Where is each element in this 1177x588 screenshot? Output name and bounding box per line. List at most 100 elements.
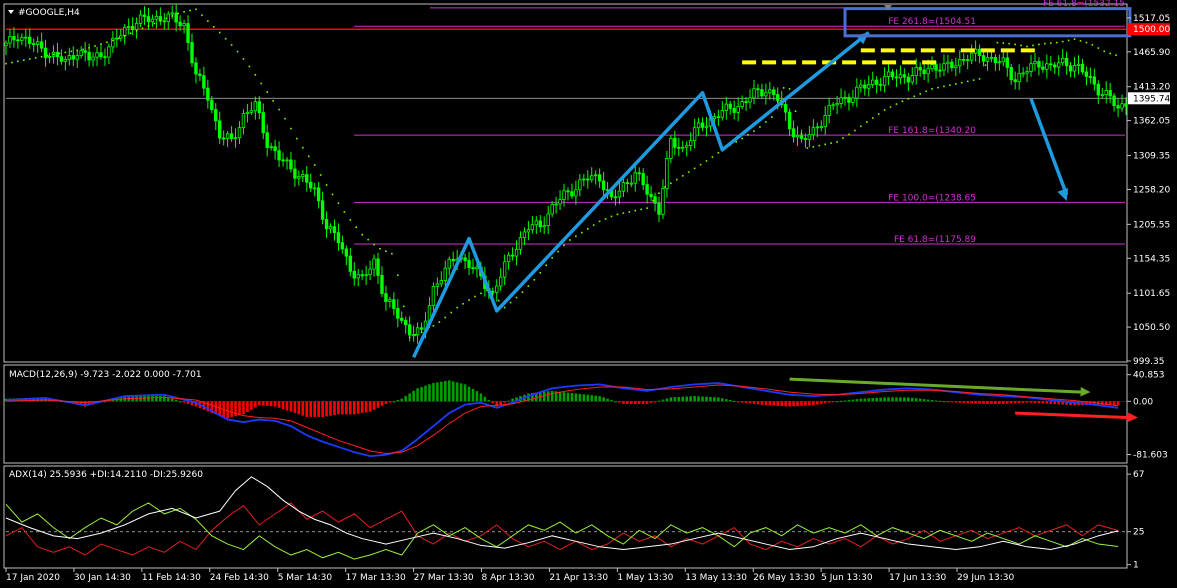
psar-dot <box>515 296 518 299</box>
psar-dot <box>260 82 263 85</box>
candle-body <box>593 174 598 177</box>
psar-dot <box>355 226 358 228</box>
macd-histogram-bar <box>800 401 803 406</box>
candle-body <box>47 56 52 58</box>
macd-histogram-bar <box>974 401 977 404</box>
candle-body <box>736 106 740 113</box>
psar-dot <box>349 218 352 221</box>
candle-body <box>863 84 867 89</box>
psar-dot <box>717 151 720 154</box>
macd-histogram-bar <box>788 401 791 407</box>
candle-body <box>1001 57 1006 63</box>
psar-dot <box>5 62 7 65</box>
candle-body <box>1049 63 1053 66</box>
candle-body <box>1096 83 1100 96</box>
psar-dot <box>972 79 975 81</box>
macd-histogram-bar <box>978 401 981 404</box>
candle-body <box>103 56 107 59</box>
candle-body <box>522 231 527 238</box>
candle-body <box>997 61 1002 64</box>
psar-dot <box>1061 40 1064 43</box>
macd-histogram-bar <box>349 401 352 415</box>
macd-histogram-bar <box>903 397 906 402</box>
psar-dot <box>195 8 197 11</box>
candle-body <box>570 191 574 197</box>
candle-body <box>823 115 827 128</box>
macd-histogram-bar <box>819 401 823 404</box>
candle-body <box>930 64 934 70</box>
psar-dot <box>474 295 476 298</box>
candle-body <box>657 202 661 215</box>
macd-histogram-bar <box>155 396 158 402</box>
candle-body <box>1116 105 1120 109</box>
macd-histogram-bar <box>384 401 388 404</box>
candle-body <box>328 226 333 230</box>
macd-histogram-bar <box>574 393 578 402</box>
psar-dot <box>82 48 84 51</box>
candle-body <box>546 213 550 227</box>
psar-dot <box>129 32 132 35</box>
candle-body <box>641 173 645 186</box>
macd-histogram-bar <box>879 397 882 402</box>
macd-histogram-bar <box>562 392 566 402</box>
psar-dot <box>402 305 405 308</box>
macd-histogram-bar <box>542 391 546 402</box>
macd-histogram-bar <box>309 401 313 417</box>
candle-body <box>32 43 36 45</box>
psar-dot <box>521 291 524 294</box>
macd-histogram-bar <box>285 401 289 411</box>
candle-body <box>388 299 392 302</box>
adx-tick-label: 1 <box>1133 561 1139 571</box>
psar-dot <box>343 211 346 213</box>
macd-histogram-bar <box>618 401 621 403</box>
psar-dot <box>693 167 696 170</box>
candle-body <box>950 61 954 69</box>
psar-dot <box>141 27 144 30</box>
candle-body <box>63 58 68 62</box>
candle-body <box>740 101 744 107</box>
macd-histogram-bar <box>412 390 415 402</box>
psar-dot <box>509 301 512 304</box>
current-price-label: 1395.74 <box>1133 94 1170 104</box>
psar-dot <box>676 178 678 181</box>
psar-dot <box>747 134 749 136</box>
macd-histogram-bar <box>578 393 582 402</box>
candle-body <box>352 270 356 279</box>
psar-dot <box>212 25 215 28</box>
psar-dot <box>913 95 916 98</box>
psar-dot <box>248 65 251 68</box>
psar-dot <box>960 81 963 84</box>
macd-histogram-bar <box>352 401 356 415</box>
candle-body <box>688 140 693 147</box>
candle-body <box>43 47 48 58</box>
psar-dot <box>331 193 334 196</box>
candle-body <box>12 36 16 41</box>
candle-body <box>550 204 554 215</box>
macd-histogram-bar <box>994 401 997 404</box>
candle-body <box>1005 57 1009 68</box>
macd-histogram-bar <box>958 401 962 403</box>
candle-body <box>669 137 673 159</box>
macd-histogram-bar <box>337 401 340 415</box>
macd-histogram-bar <box>372 401 376 410</box>
candle-body <box>677 146 681 149</box>
psar-dot <box>681 175 684 177</box>
candle-body <box>1076 63 1081 66</box>
macd-histogram-bar <box>226 401 229 419</box>
psar-dot <box>296 137 298 140</box>
psar-dot <box>1073 38 1076 40</box>
macd-histogram-bar <box>831 401 835 403</box>
candle-body <box>574 189 578 197</box>
price-chart[interactable]: FE 61.8=(1532.15FE 261.8=(1504.51FE 161.… <box>0 0 1177 588</box>
psar-dot <box>770 116 773 118</box>
psar-dot <box>40 55 43 58</box>
macd-histogram-bar <box>321 401 324 417</box>
macd-histogram-bar <box>550 390 554 402</box>
candle-body <box>629 182 634 185</box>
candle-body <box>340 242 345 250</box>
resistance-price-label: 1500.00 <box>1133 25 1170 35</box>
macd-histogram-bar <box>388 401 392 403</box>
candle-body <box>728 103 732 109</box>
macd-histogram-bar <box>368 401 372 412</box>
candle-body <box>142 14 147 17</box>
